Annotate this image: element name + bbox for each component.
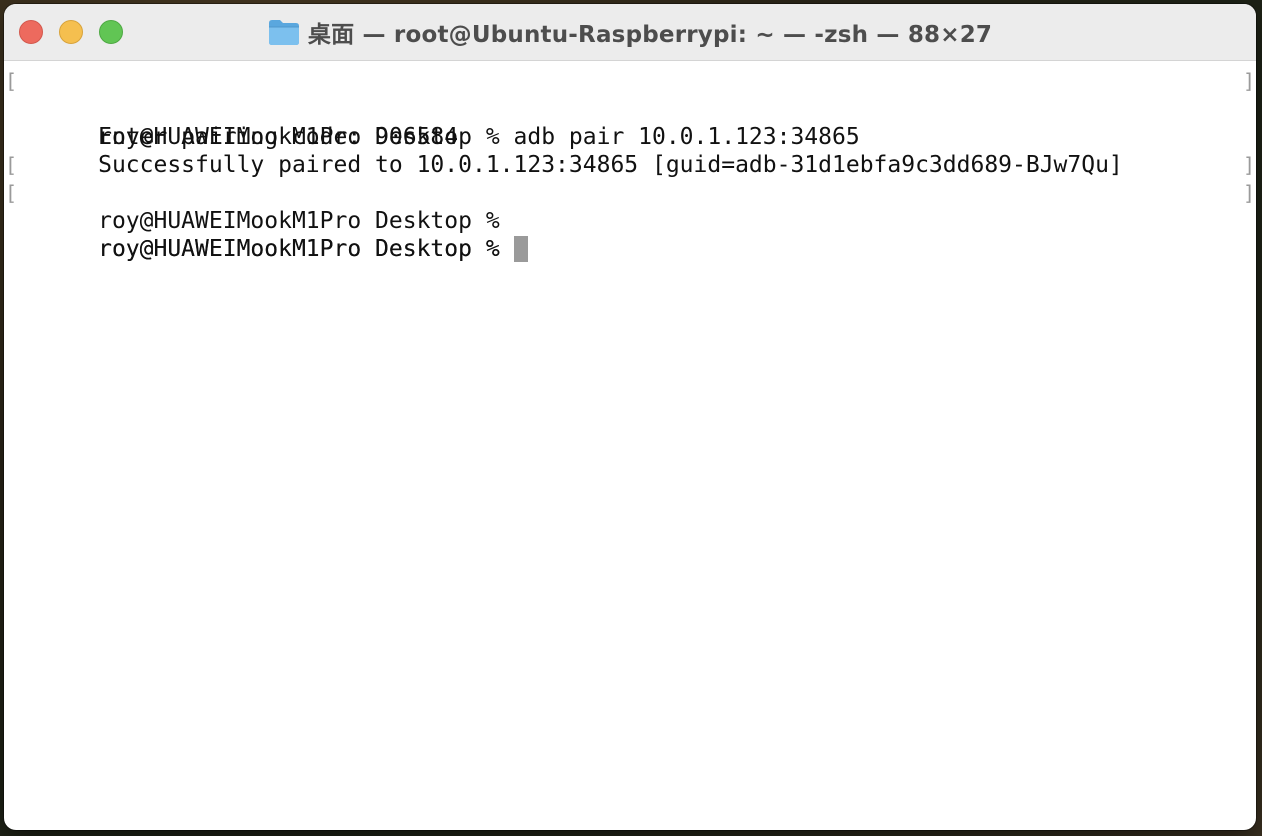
mark-right: ]	[1242, 153, 1255, 177]
terminal-line: Enter pairing code: 906584	[4, 95, 1256, 150]
terminal-window: 桌面 — root@Ubuntu-Raspberrypi: ~ — -zsh —…	[4, 4, 1256, 830]
window-title-group: 桌面 — root@Ubuntu-Raspberrypi: ~ — -zsh —…	[4, 4, 1256, 60]
terminal-prompt-line[interactable]: roy@HUAWEIMookM1Pro Desktop %	[4, 207, 1256, 262]
text-cursor	[513, 236, 528, 262]
mark-right: ]	[1242, 181, 1255, 205]
mark-left: [	[5, 69, 18, 93]
terminal-line: Successfully paired to 10.0.1.123:34865 …	[4, 123, 1256, 178]
mark-left: [	[5, 181, 18, 205]
terminal-line: [ roy@HUAWEIMookM1Pro Desktop % ]	[4, 179, 1256, 262]
terminal-line: [ roy@HUAWEIMookM1Pro Desktop % ]	[4, 151, 1256, 234]
terminal-content[interactable]: [ roy@HUAWEIMookM1Pro Desktop % adb pair…	[4, 61, 1256, 262]
title-bar[interactable]: 桌面 — root@Ubuntu-Raspberrypi: ~ — -zsh —…	[4, 4, 1256, 61]
folder-icon	[268, 18, 300, 46]
window-title: 桌面 — root@Ubuntu-Raspberrypi: ~ — -zsh —…	[307, 22, 993, 48]
mark-right: ]	[1242, 69, 1255, 93]
mark-left: [	[5, 153, 18, 177]
terminal-line: [ roy@HUAWEIMookM1Pro Desktop % adb pair…	[4, 67, 1256, 150]
prompt-text: roy@HUAWEIMookM1Pro Desktop %	[98, 236, 514, 262]
